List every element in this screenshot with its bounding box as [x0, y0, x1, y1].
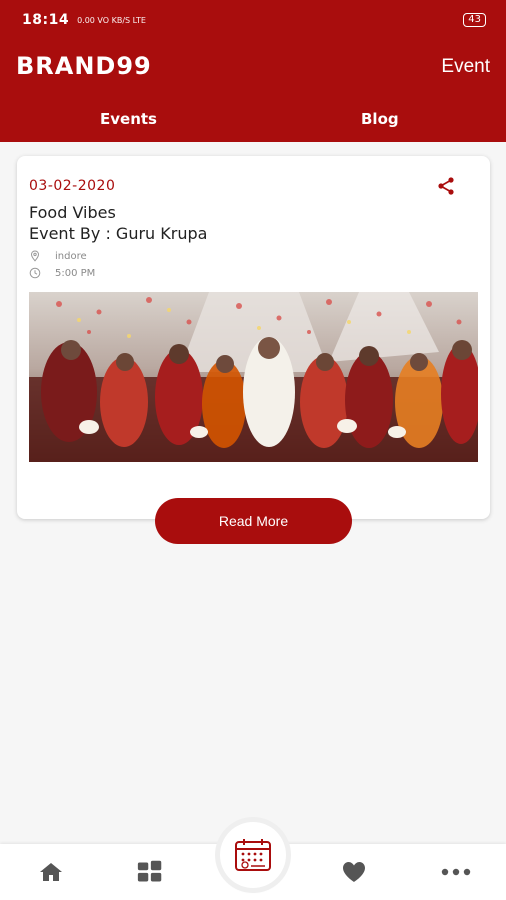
- time-text: 5:00 PM: [55, 267, 96, 279]
- tab-events[interactable]: Events: [100, 110, 157, 128]
- event-title: Food Vibes Event By : Guru Krupa: [29, 202, 207, 244]
- calendar-button[interactable]: [220, 822, 286, 888]
- home-icon[interactable]: [38, 860, 64, 884]
- brand-logo: BRAND99: [16, 52, 152, 80]
- network-indicator: 0.00 VO KB/S LTE: [77, 15, 146, 25]
- calendar-icon: [235, 839, 271, 871]
- read-more-button[interactable]: Read More: [155, 498, 352, 544]
- location-pin-icon: [30, 250, 40, 262]
- status-bar: 18:14 0.00 VO KB/S LTE 43: [22, 10, 486, 30]
- event-date: 03-02-2020: [29, 178, 116, 194]
- battery-indicator: 43: [463, 13, 486, 27]
- event-time: 5:00 PM: [29, 267, 95, 279]
- tab-blog[interactable]: Blog: [361, 110, 399, 128]
- share-icon[interactable]: [436, 176, 456, 196]
- tab-bar: Events Blog: [0, 110, 506, 134]
- location-text: indore: [55, 250, 87, 262]
- status-time: 18:14: [22, 12, 70, 28]
- event-name: Food Vibes: [29, 203, 116, 222]
- event-organizer: Event By : Guru Krupa: [29, 224, 208, 243]
- more-icon[interactable]: [440, 860, 472, 884]
- clock-icon: [29, 267, 41, 279]
- heart-icon[interactable]: [341, 860, 367, 884]
- event-location: indore: [29, 250, 87, 262]
- page-title: Event: [441, 56, 490, 77]
- grid-icon[interactable]: [137, 860, 163, 884]
- event-photo: [29, 292, 478, 462]
- event-card[interactable]: 03-02-2020 Food Vibes Event By : Guru Kr…: [17, 156, 490, 519]
- app-header: 18:14 0.00 VO KB/S LTE 43 BRAND99 Event …: [0, 0, 506, 142]
